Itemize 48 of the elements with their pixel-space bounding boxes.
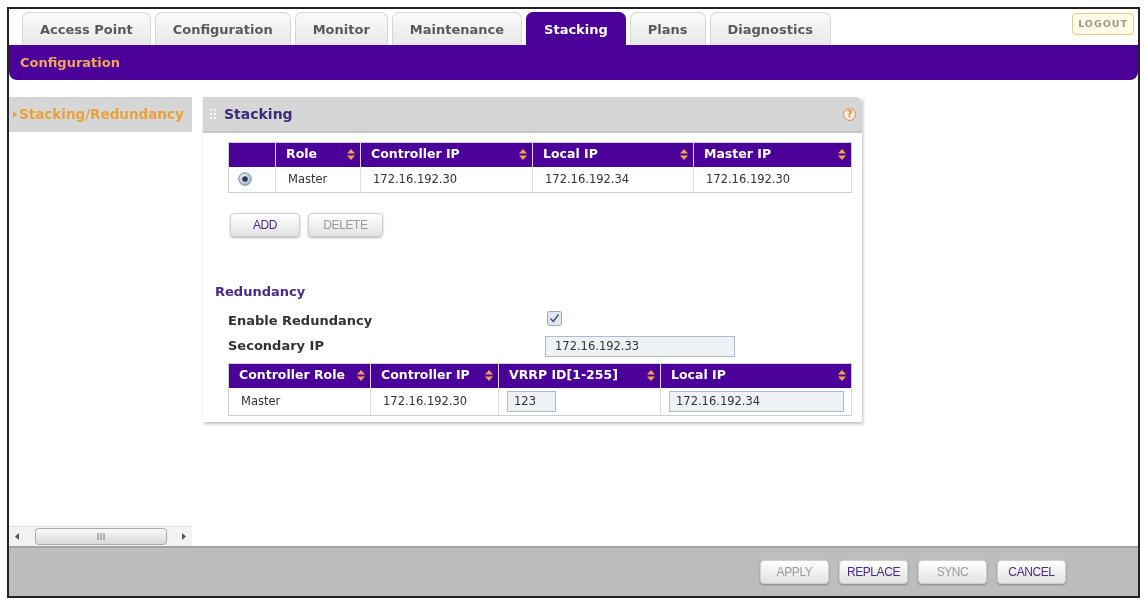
footer-button[interactable]: CANCEL [997, 560, 1066, 584]
input-field[interactable]: 172.16.192.34 [669, 390, 844, 412]
drag-handle-icon[interactable] [210, 109, 216, 119]
sort-icon [357, 370, 365, 382]
column-header[interactable]: Local IP [660, 363, 852, 388]
input-field[interactable]: 123 [507, 390, 556, 412]
column-header[interactable]: Master IP [693, 142, 852, 167]
sort-icon [838, 370, 846, 382]
field-label: Enable Redundancy [228, 312, 374, 331]
tab[interactable]: Access Point [22, 12, 151, 45]
table-cell: 172.16.192.34 [532, 166, 694, 193]
scroll-thumb[interactable] [34, 528, 167, 545]
action-button[interactable]: ADD [230, 213, 300, 237]
radio-button[interactable] [238, 172, 252, 187]
sort-icon [485, 370, 493, 382]
column-header[interactable]: Controller IP [370, 363, 499, 388]
footer-button[interactable]: REPLACE [839, 560, 908, 584]
tab[interactable]: Diagnostics [709, 12, 831, 45]
tab[interactable]: Plans [629, 12, 706, 45]
column-header[interactable]: Role [275, 142, 361, 167]
table-cell: Master [228, 387, 371, 416]
sort-icon [647, 370, 655, 382]
horizontal-scrollbar[interactable] [9, 526, 192, 546]
checkbox[interactable] [547, 310, 562, 326]
field-label: Secondary IP [228, 337, 325, 356]
tab[interactable]: Monitor [294, 12, 388, 45]
sort-icon [838, 149, 846, 161]
sort-icon [680, 149, 688, 161]
column-header[interactable]: Local IP [532, 142, 694, 167]
arrow-icon [13, 111, 17, 118]
tab[interactable]: Maintenance [391, 12, 523, 45]
table-cell: 172.16.192.30 [693, 166, 852, 193]
sort-icon [347, 149, 355, 161]
left-arrow-icon[interactable] [15, 533, 19, 540]
sort-icon [519, 149, 527, 161]
table-cell: 172.16.192.30 [370, 387, 499, 416]
right-arrow-icon[interactable] [182, 533, 186, 540]
tab[interactable]: Stacking [526, 12, 626, 45]
column-header[interactable]: VRRP ID[1-255] [498, 363, 661, 388]
section-heading: Redundancy [215, 284, 307, 300]
input-field[interactable]: 172.16.192.33 [545, 335, 735, 357]
tab[interactable]: Configuration [154, 12, 291, 45]
table-cell: 172.16.192.30 [360, 166, 533, 193]
section-title: Configuration [20, 53, 120, 72]
column-header[interactable]: Controller Role [228, 363, 371, 388]
column-header[interactable]: Controller IP [360, 142, 533, 167]
table-cell: Master [275, 166, 361, 193]
panel-title: Stacking [224, 104, 293, 124]
